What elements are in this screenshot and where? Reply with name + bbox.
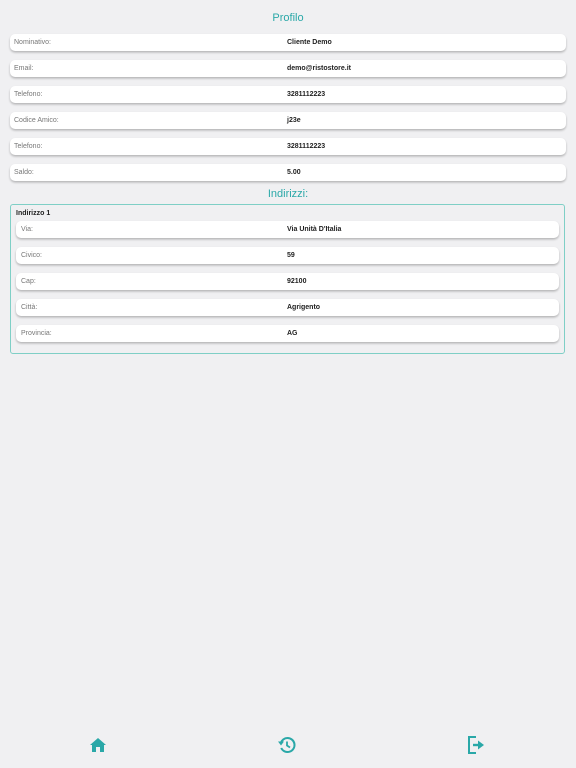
field-label: Telefono:	[14, 91, 43, 98]
profile-fields: Nominativo: Cliente Demo Email: demo@ris…	[10, 34, 566, 181]
field-value: j23e	[287, 117, 301, 124]
nav-history-button[interactable]	[276, 734, 298, 756]
field-value: 3281112223	[287, 91, 326, 98]
field-value: AG	[287, 330, 298, 337]
field-label: Codice Amico:	[14, 117, 59, 124]
field-value: Cliente Demo	[287, 39, 332, 46]
field-value: Agrigento	[287, 304, 321, 311]
field-label: Email:	[14, 65, 34, 72]
field-label: Via:	[21, 226, 33, 233]
logout-icon	[468, 736, 484, 754]
profile-row-codice-amico: Codice Amico: j23e	[10, 112, 566, 129]
address-heading: Indirizzo 1	[16, 210, 51, 217]
address-row-provincia: Provincia: AG	[16, 325, 559, 342]
profile-row-telefono-2: Telefono: 3281112223	[10, 138, 566, 155]
nav-home-button[interactable]	[87, 734, 109, 756]
profile-row-telefono: Telefono: 3281112223	[10, 86, 566, 103]
address-card: Indirizzo 1 Via: Via Unità D'Italia Civi…	[10, 204, 565, 354]
page-title: Profilo	[272, 12, 304, 24]
field-label: Cap:	[21, 278, 36, 285]
field-label: Città:	[21, 304, 38, 311]
bottom-nav	[0, 722, 576, 768]
profile-page: Profilo Nominativo: Cliente Demo Email: …	[0, 0, 576, 768]
field-label: Civico:	[21, 252, 43, 259]
home-icon	[90, 738, 106, 752]
field-value: 92100	[287, 278, 307, 285]
addresses-title: Indirizzi:	[267, 188, 309, 200]
field-label: Saldo:	[14, 169, 34, 176]
field-value: 5.00	[287, 169, 301, 176]
field-value: 59	[287, 252, 295, 259]
field-label: Provincia:	[21, 330, 52, 337]
address-row-cap: Cap: 92100	[16, 273, 559, 290]
address-row-via: Via: Via Unità D'Italia	[16, 221, 559, 238]
profile-row-nominativo: Nominativo: Cliente Demo	[10, 34, 566, 51]
address-row-civico: Civico: 59	[16, 247, 559, 264]
nav-logout-button[interactable]	[465, 734, 487, 756]
field-label: Telefono:	[14, 143, 43, 150]
field-value: demo@ristostore.it	[287, 65, 352, 72]
history-icon	[278, 736, 296, 753]
profile-row-email: Email: demo@ristostore.it	[10, 60, 566, 77]
field-value: 3281112223	[287, 143, 326, 150]
field-label: Nominativo:	[14, 39, 51, 46]
profile-row-saldo: Saldo: 5.00	[10, 164, 566, 181]
address-row-citta: Città: Agrigento	[16, 299, 559, 316]
field-value: Via Unità D'Italia	[287, 226, 342, 233]
